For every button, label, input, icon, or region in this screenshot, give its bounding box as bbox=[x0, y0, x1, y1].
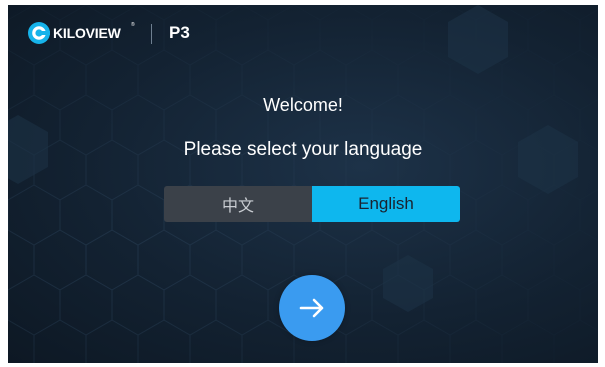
next-button[interactable] bbox=[279, 275, 345, 341]
brand-name: KILOVIEW bbox=[53, 25, 121, 41]
language-selector: 中文 English bbox=[164, 186, 460, 222]
registered-mark: ® bbox=[131, 22, 135, 28]
model-name: P3 bbox=[169, 23, 190, 42]
arrow-right-icon bbox=[299, 298, 324, 318]
language-option-chinese[interactable]: 中文 bbox=[164, 186, 312, 222]
language-option-english[interactable]: English bbox=[312, 186, 460, 222]
header-divider bbox=[151, 24, 152, 44]
kiloview-logo-icon bbox=[28, 22, 50, 44]
header-bar: KILOVIEW ® P3 bbox=[8, 5, 598, 51]
welcome-heading: Welcome! bbox=[263, 95, 343, 115]
language-prompt: Please select your language bbox=[183, 139, 423, 160]
device-screen: KILOVIEW ® P3 Welcome! Please select you… bbox=[8, 5, 598, 363]
